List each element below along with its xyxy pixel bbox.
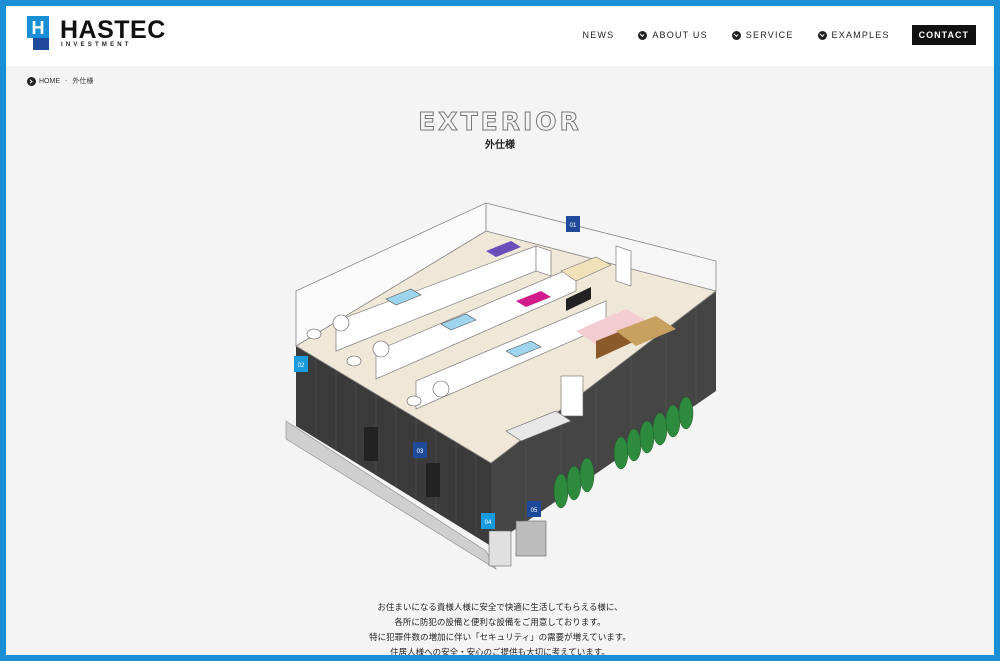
page-title-en: EXTERIOR (418, 107, 582, 137)
svg-text:01: 01 (570, 223, 577, 229)
nav-news[interactable]: NEWS (583, 30, 615, 40)
site-logo[interactable]: H HASTEC INVESTMENT (27, 16, 165, 52)
nav-news-label: NEWS (582, 30, 615, 40)
pin-01[interactable]: 01 (566, 216, 580, 232)
chevron-circle-icon (27, 76, 36, 86)
entrance-gate (515, 520, 547, 557)
main-nav: NEWS ABOUT US SERVICE EXAMPLES CONTACT (559, 25, 976, 45)
nav-service-label: SERVICE (745, 30, 794, 40)
breadcrumb-separator: - (65, 77, 68, 85)
intro-line: お住まいになる貴様人様に安全で快適に生活してもらえる様に、 (377, 602, 623, 612)
nav-examples-label: EXAMPLES (831, 30, 890, 40)
building-illustration: 01 02 03 04 05 (285, 202, 717, 570)
intro-line: 住居人様への安全・安心のご提供も大切に考えています。 (390, 647, 610, 655)
nav-about-label: ABOUT US (652, 30, 708, 40)
contact-button[interactable]: CONTACT (911, 25, 976, 45)
breadcrumb-home[interactable]: HOME (39, 78, 60, 85)
nav-about-us[interactable]: ABOUT US (638, 30, 707, 40)
svg-text:04: 04 (485, 520, 492, 526)
breadcrumb: HOME - 外仕様 (27, 76, 93, 86)
kitchen-fridge (560, 375, 584, 417)
logo-text: HASTEC (60, 16, 166, 44)
intro-line: 特に犯罪件数の増加に伴い「セキュリティ」の需要が増えています。 (369, 632, 631, 642)
page-title-ja: 外仕様 (485, 140, 515, 151)
door (364, 427, 378, 461)
check-circle-icon (638, 30, 648, 40)
svg-text:02: 02 (298, 363, 305, 369)
logo-mark-icon: H (27, 16, 49, 50)
pin-02[interactable]: 02 (294, 356, 308, 372)
intro-line: 各所に防犯の設備と便利な設備をご用意しております。 (394, 617, 606, 627)
nav-service[interactable]: SERVICE (731, 30, 794, 40)
pin-04[interactable]: 04 (481, 513, 495, 529)
intro-text: お住まいになる貴様人様に安全で快適に生活してもらえる様に、 各所に防犯の設備と便… (6, 600, 994, 655)
check-circle-icon (731, 30, 741, 40)
check-circle-icon (817, 30, 827, 40)
door (426, 463, 440, 497)
pin-05[interactable]: 05 (527, 501, 541, 517)
svg-text:H: H (32, 18, 45, 38)
browser-viewport: H HASTEC INVESTMENT NEWS ABOUT US SERVIC… (6, 6, 994, 655)
entrance-door (488, 530, 512, 567)
logo-subtext: INVESTMENT (61, 42, 132, 48)
svg-text:03: 03 (417, 449, 424, 455)
site-header: H HASTEC INVESTMENT NEWS ABOUT US SERVIC… (6, 6, 994, 66)
svg-text:05: 05 (531, 508, 538, 514)
nav-examples[interactable]: EXAMPLES (817, 30, 890, 40)
breadcrumb-current: 外仕様 (72, 78, 94, 85)
pin-03[interactable]: 03 (413, 442, 427, 458)
